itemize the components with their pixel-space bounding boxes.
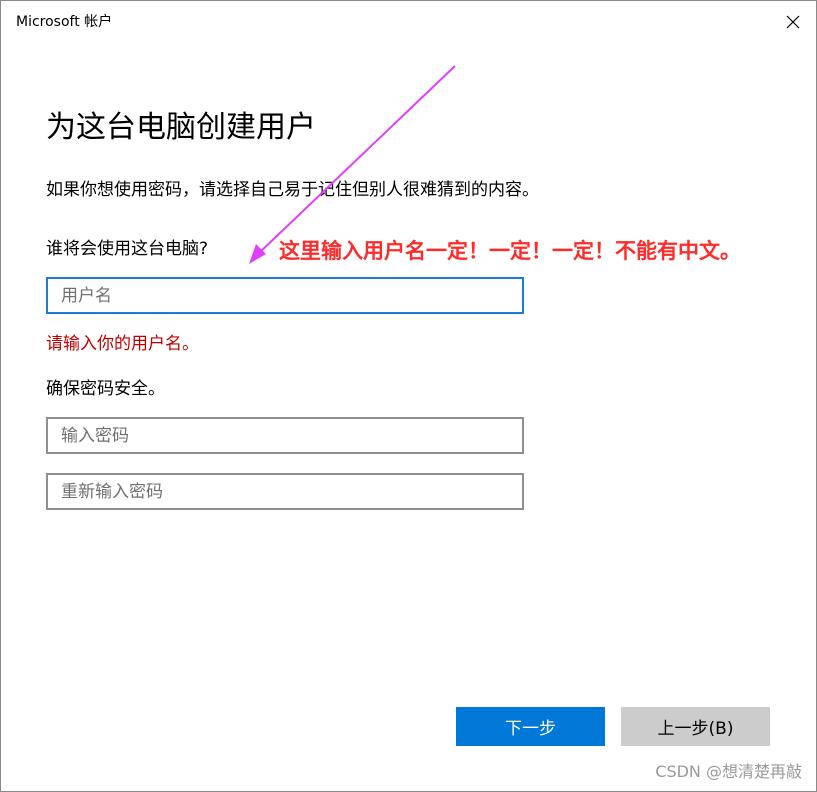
page-title: 为这台电脑创建用户 [46, 110, 316, 145]
username-input[interactable] [46, 277, 524, 314]
password-input[interactable] [46, 417, 524, 454]
username-error-message: 请输入你的用户名。 [46, 334, 199, 354]
password-section-label: 确保密码安全。 [46, 379, 165, 399]
microsoft-account-dialog: Microsoft 帐户 为这台电脑创建用户 如果你想使用密码，请选择自己易于记… [0, 0, 817, 792]
password-confirm-input[interactable] [46, 473, 524, 510]
next-button[interactable]: 下一步 [456, 707, 605, 746]
username-label: 谁将会使用这台电脑? [46, 239, 209, 259]
page-description: 如果你想使用密码，请选择自己易于记住但别人很难猜到的内容。 [46, 180, 539, 200]
window-title: Microsoft 帐户 [16, 14, 113, 30]
back-button[interactable]: 上一步(B) [621, 707, 770, 746]
watermark: CSDN @想清楚再敲 [655, 762, 802, 781]
title-bar: Microsoft 帐户 [1, 1, 816, 43]
close-icon [786, 15, 800, 29]
annotation-text: 这里输入用户名一定！一定！一定！不能有中文。 [279, 239, 741, 263]
close-button[interactable] [770, 1, 816, 43]
